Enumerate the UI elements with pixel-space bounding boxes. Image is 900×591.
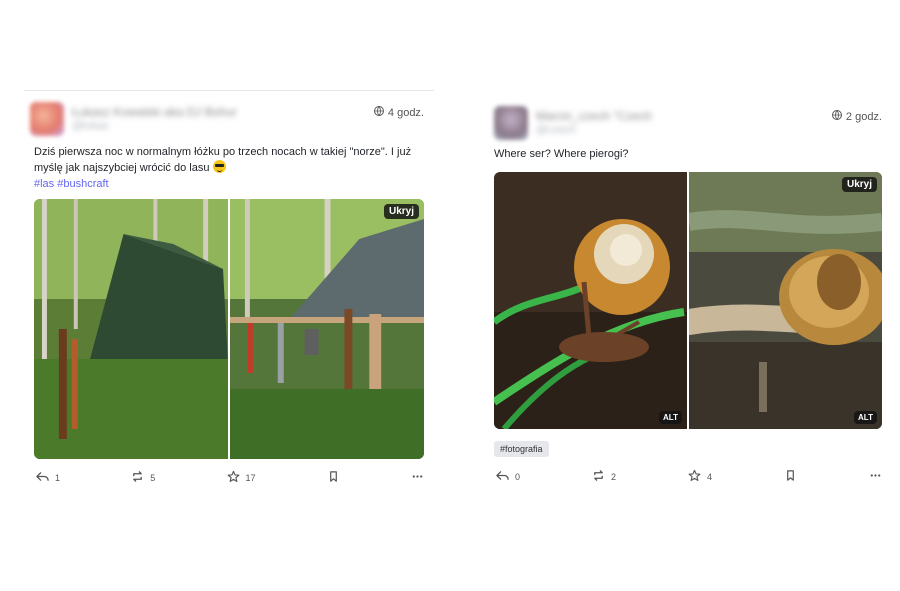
boost-count: 2 xyxy=(611,471,617,482)
favourite-button[interactable]: 4 xyxy=(688,469,712,484)
boost-icon xyxy=(592,469,605,484)
more-dots-icon xyxy=(411,470,424,485)
star-icon xyxy=(688,469,701,484)
boost-button[interactable]: 5 xyxy=(131,470,155,485)
more-options-button[interactable] xyxy=(869,469,882,484)
post-meta[interactable]: 4 godz. xyxy=(373,106,424,119)
more-options-button[interactable] xyxy=(411,470,424,485)
author-display-name[interactable]: Łukasz Kowalski aka DJ Bohur xyxy=(72,105,237,119)
post-actions: 1 5 17 xyxy=(36,470,424,485)
favourite-count: 17 xyxy=(245,472,256,483)
alt-text-badge[interactable]: ALT xyxy=(854,411,877,424)
post-header[interactable]: Łukasz Kowalski aka DJ Bohur @lukas xyxy=(30,102,237,136)
bookmark-button[interactable] xyxy=(327,470,340,485)
reply-count: 1 xyxy=(55,472,61,483)
favourite-count: 4 xyxy=(707,471,713,482)
globe-icon xyxy=(831,110,842,123)
post-header[interactable]: Marcin_czech "Czech @czech xyxy=(494,106,652,140)
sunglasses-emoji-icon xyxy=(212,160,226,173)
more-dots-icon xyxy=(869,469,882,484)
post-actions: 0 2 4 xyxy=(496,469,882,484)
avatar[interactable] xyxy=(30,102,64,136)
post-content: Where ser? Where pierogi? xyxy=(494,146,884,162)
post-meta[interactable]: 2 godz. xyxy=(831,110,882,123)
star-icon xyxy=(227,470,240,485)
post-content: Dziś pierwsza noc w normalnym łóżku po t… xyxy=(34,144,429,192)
photo-tent[interactable] xyxy=(34,199,228,459)
hide-media-button[interactable]: Ukryj xyxy=(383,204,419,219)
bookmark-button[interactable] xyxy=(784,469,797,484)
photo-snail-1[interactable]: ALT xyxy=(494,172,687,429)
boost-button[interactable]: 2 xyxy=(592,469,616,484)
tag-chip[interactable]: #fotografia xyxy=(494,441,549,457)
hide-media-button[interactable]: Ukryj xyxy=(841,177,877,192)
post-text: Where ser? Where pierogi? xyxy=(494,148,629,160)
reply-button[interactable]: 0 xyxy=(496,469,520,484)
author-handle[interactable]: @lukas xyxy=(72,119,237,133)
boost-count: 5 xyxy=(150,472,156,483)
timestamp[interactable]: 4 godz. xyxy=(388,107,424,119)
globe-icon xyxy=(373,106,384,119)
hashtags[interactable]: #las #bushcraft xyxy=(34,178,109,190)
post-divider xyxy=(24,90,434,91)
media-gallery[interactable]: Ukryj xyxy=(34,199,424,459)
alt-text-badge[interactable]: ALT xyxy=(659,411,682,424)
bookmark-icon xyxy=(784,469,797,484)
reply-icon xyxy=(36,470,49,485)
author-display-name[interactable]: Marcin_czech "Czech xyxy=(536,109,652,123)
boost-icon xyxy=(131,470,144,485)
favourite-button[interactable]: 17 xyxy=(227,470,256,485)
reply-button[interactable]: 1 xyxy=(36,470,60,485)
reply-count: 0 xyxy=(515,471,521,482)
avatar[interactable] xyxy=(494,106,528,140)
author-handle[interactable]: @czech xyxy=(536,123,652,137)
reply-icon xyxy=(496,469,509,484)
photo-gear[interactable]: Ukryj xyxy=(230,199,424,459)
timestamp[interactable]: 2 godz. xyxy=(846,111,882,123)
media-gallery[interactable]: ALT Ukryj ALT xyxy=(494,172,882,429)
photo-snail-2[interactable]: Ukryj ALT xyxy=(689,172,882,429)
bookmark-icon xyxy=(327,470,340,485)
